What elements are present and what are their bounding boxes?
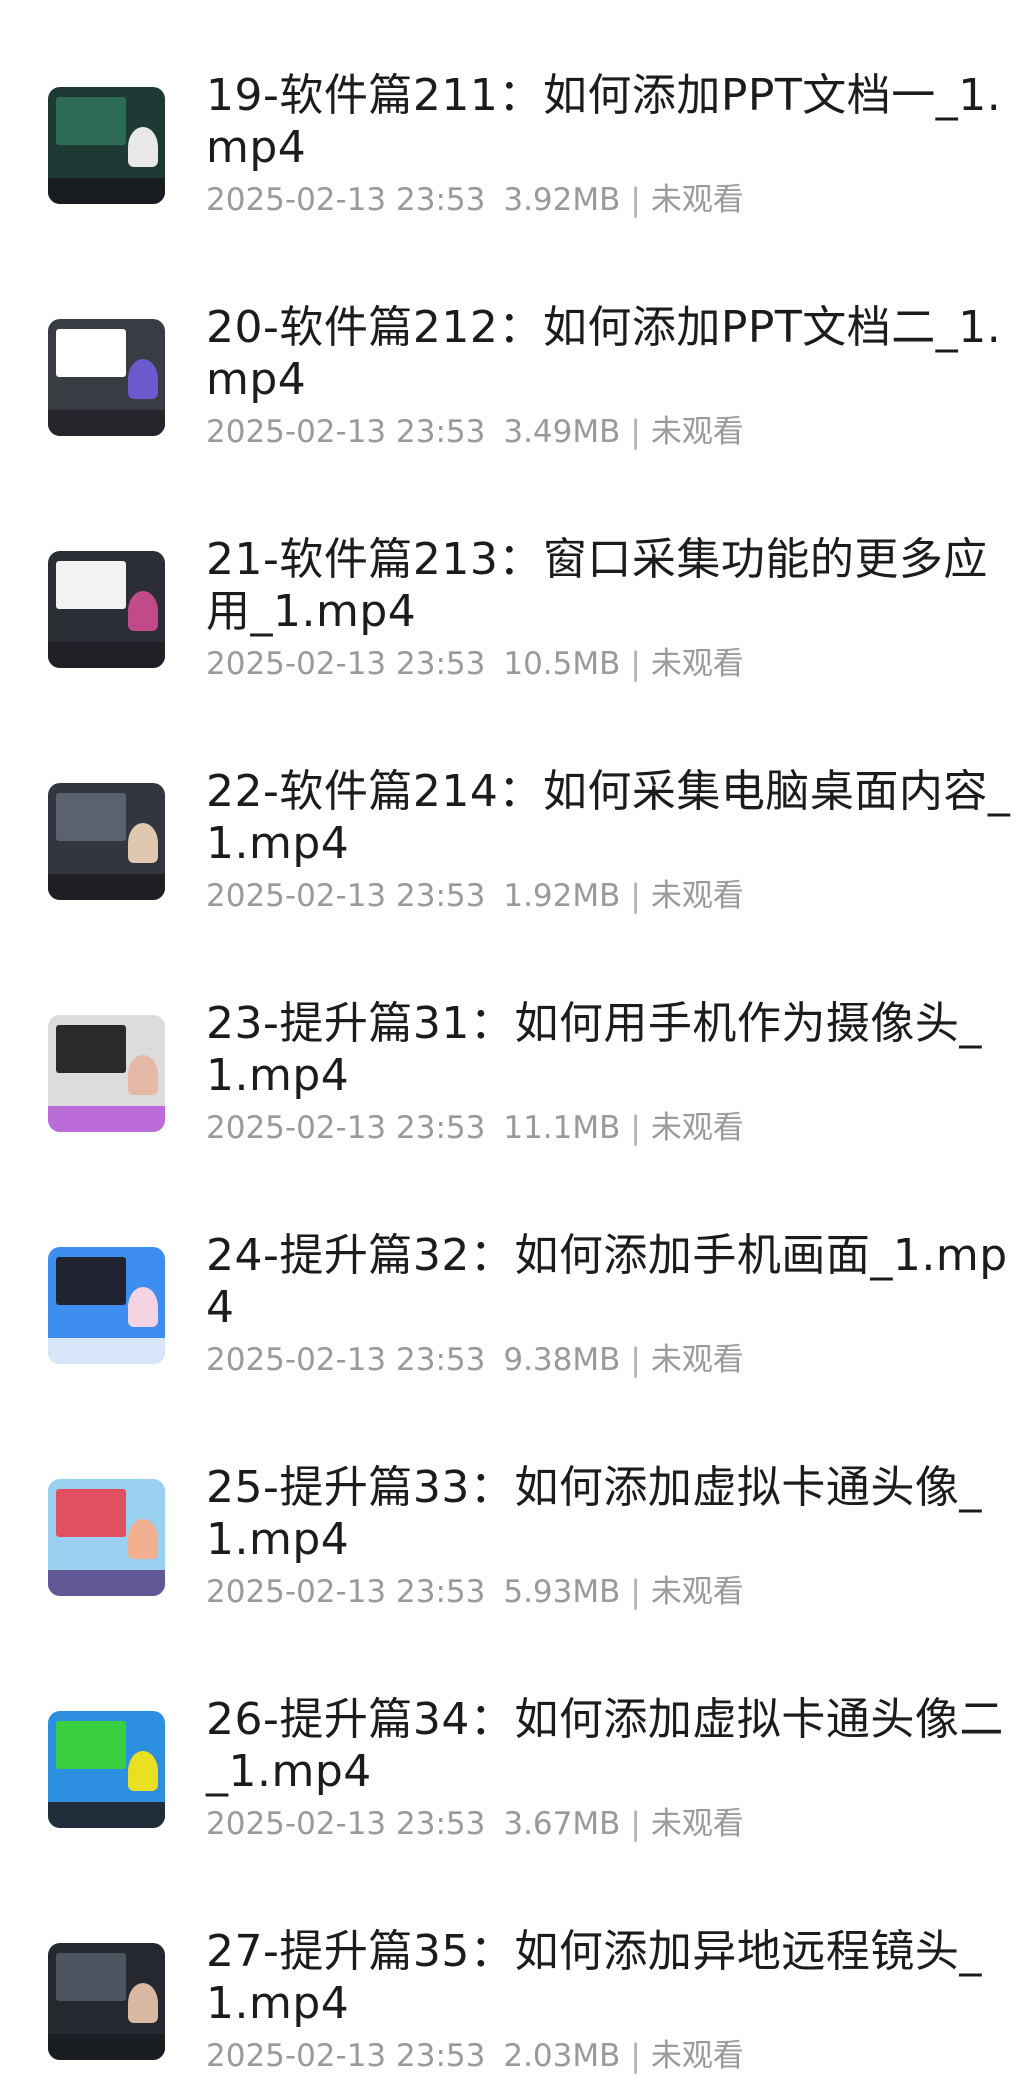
file-date: 2025-02-13 23:53: [206, 2038, 486, 2074]
file-size: 3.67MB: [503, 1806, 621, 1842]
file-list-item[interactable]: 25-提升篇33：如何添加虚拟卡通头像_1.mp4 2025-02-13 23:5…: [0, 1392, 1035, 1622]
file-meta: 2025-02-13 23:53 2.03MB | 未观看: [206, 2036, 744, 2076]
file-size: 9.38MB: [503, 1342, 621, 1378]
file-date: 2025-02-13 23:53: [206, 182, 486, 218]
meta-separator: |: [630, 878, 641, 914]
file-meta: 2025-02-13 23:53 3.49MB | 未观看: [206, 412, 744, 452]
video-thumbnail: [48, 1711, 165, 1828]
file-name: 26-提升篇34：如何添加虚拟卡通头像二_1.mp4: [206, 1694, 1004, 1797]
file-meta: 2025-02-13 23:53 11.1MB | 未观看: [206, 1108, 744, 1148]
file-size: 1.92MB: [503, 878, 621, 914]
file-list-item[interactable]: 19-软件篇211：如何添加PPT文档一_1.mp4 2025-02-13 23:…: [0, 0, 1035, 230]
meta-separator: |: [630, 182, 641, 218]
file-list-item[interactable]: 24-提升篇32：如何添加手机画面_1.mp4 2025-02-13 23:53 9…: [0, 1160, 1035, 1390]
watch-status: 未观看: [650, 1574, 744, 1610]
file-size: 2.03MB: [503, 2038, 621, 2074]
file-name: 20-软件篇212：如何添加PPT文档二_1.mp4: [206, 302, 1002, 405]
meta-separator: |: [630, 414, 641, 450]
watch-status: 未观看: [650, 414, 744, 450]
watch-status: 未观看: [650, 646, 744, 682]
watch-status: 未观看: [650, 1342, 744, 1378]
file-meta: 2025-02-13 23:53 5.93MB | 未观看: [206, 1572, 744, 1612]
file-list-item[interactable]: 20-软件篇212：如何添加PPT文档二_1.mp4 2025-02-13 23:…: [0, 232, 1035, 462]
file-date: 2025-02-13 23:53: [206, 646, 486, 682]
meta-separator: |: [630, 646, 641, 682]
file-meta: 2025-02-13 23:53 10.5MB | 未观看: [206, 644, 744, 684]
video-file-list: 19-软件篇211：如何添加PPT文档一_1.mp4 2025-02-13 23:…: [0, 0, 1035, 2074]
file-date: 2025-02-13 23:53: [206, 1110, 486, 1146]
video-thumbnail: [48, 1015, 165, 1132]
file-name: 22-软件篇214：如何采集电脑桌面内容_1.mp4: [206, 766, 1011, 869]
watch-status: 未观看: [650, 1110, 744, 1146]
file-name: 23-提升篇31：如何用手机作为摄像头_1.mp4: [206, 998, 982, 1101]
video-thumbnail: [48, 319, 165, 436]
meta-separator: |: [630, 1110, 641, 1146]
file-list-item[interactable]: 26-提升篇34：如何添加虚拟卡通头像二_1.mp4 2025-02-13 23:…: [0, 1624, 1035, 1854]
watch-status: 未观看: [650, 2038, 744, 2074]
watch-status: 未观看: [650, 878, 744, 914]
file-size: 10.5MB: [503, 646, 621, 682]
file-meta: 2025-02-13 23:53 3.92MB | 未观看: [206, 180, 744, 220]
file-size: 11.1MB: [503, 1110, 621, 1146]
file-meta: 2025-02-13 23:53 3.67MB | 未观看: [206, 1804, 744, 1844]
video-thumbnail: [48, 1479, 165, 1596]
file-date: 2025-02-13 23:53: [206, 1574, 486, 1610]
file-name: 21-软件篇213：窗口采集功能的更多应用_1.mp4: [206, 534, 988, 637]
video-thumbnail: [48, 1247, 165, 1364]
video-thumbnail: [48, 551, 165, 668]
file-size: 3.92MB: [503, 182, 621, 218]
file-list-item[interactable]: 21-软件篇213：窗口采集功能的更多应用_1.mp4 2025-02-13 23…: [0, 464, 1035, 694]
file-name: 25-提升篇33：如何添加虚拟卡通头像_1.mp4: [206, 1462, 982, 1565]
file-meta: 2025-02-13 23:53 1.92MB | 未观看: [206, 876, 744, 916]
file-size: 5.93MB: [503, 1574, 621, 1610]
file-date: 2025-02-13 23:53: [206, 1806, 486, 1842]
meta-separator: |: [630, 2038, 641, 2074]
meta-separator: |: [630, 1342, 641, 1378]
video-thumbnail: [48, 87, 165, 204]
file-list-item[interactable]: 23-提升篇31：如何用手机作为摄像头_1.mp4 2025-02-13 23:5…: [0, 928, 1035, 1158]
file-name: 24-提升篇32：如何添加手机画面_1.mp4: [206, 1230, 1008, 1333]
watch-status: 未观看: [650, 1806, 744, 1842]
meta-separator: |: [630, 1574, 641, 1610]
file-name: 27-提升篇35：如何添加异地远程镜头_1.mp4: [206, 1926, 982, 2029]
video-thumbnail: [48, 1943, 165, 2060]
meta-separator: |: [630, 1806, 641, 1842]
video-thumbnail: [48, 783, 165, 900]
watch-status: 未观看: [650, 182, 744, 218]
file-date: 2025-02-13 23:53: [206, 878, 486, 914]
file-name: 19-软件篇211：如何添加PPT文档一_1.mp4: [206, 70, 1002, 173]
file-date: 2025-02-13 23:53: [206, 1342, 486, 1378]
file-date: 2025-02-13 23:53: [206, 414, 486, 450]
file-meta: 2025-02-13 23:53 9.38MB | 未观看: [206, 1340, 744, 1380]
file-size: 3.49MB: [503, 414, 621, 450]
file-list-item[interactable]: 27-提升篇35：如何添加异地远程镜头_1.mp4 2025-02-13 23:5…: [0, 1856, 1035, 2086]
file-list-item[interactable]: 22-软件篇214：如何采集电脑桌面内容_1.mp4 2025-02-13 23:…: [0, 696, 1035, 926]
